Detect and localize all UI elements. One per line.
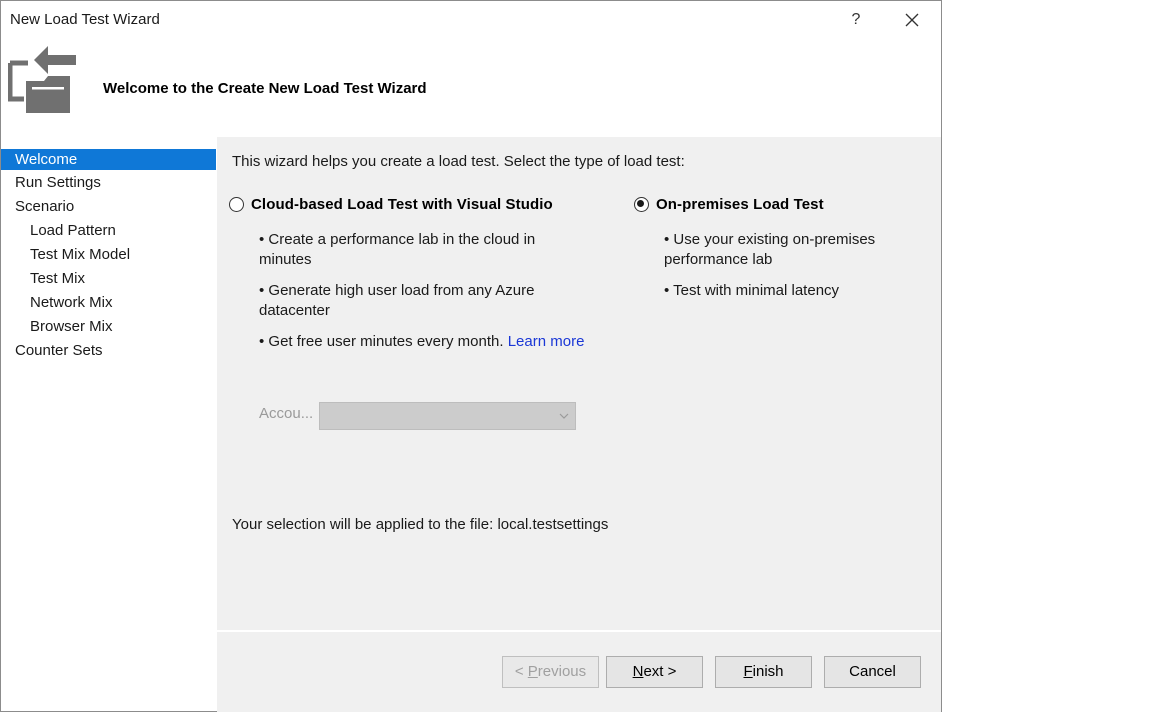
cloud-bullet-1: • Create a performance lab in the cloud … [259,231,536,268]
help-button[interactable]: ? [844,7,868,33]
nav-item-test-mix-model[interactable]: Test Mix Model [1,243,216,267]
next-button[interactable]: Next > [606,656,703,688]
apply-selection-text: Your selection will be applied to the fi… [232,516,609,533]
on-premises-load-test-option[interactable]: On-premises Load Test [634,196,824,213]
cloud-option-label: Cloud-based Load Test with Visual Studio [251,196,553,213]
intro-text: This wizard helps you create a load test… [232,153,685,170]
cloud-bullet-2: • Generate high user load from any Azure… [259,282,535,319]
chevron-down-icon [559,413,569,419]
nav-item-test-mix[interactable]: Test Mix [1,267,216,291]
account-dropdown[interactable] [319,402,576,430]
title-bar: New Load Test Wizard ? [1,1,941,39]
nav-item-network-mix[interactable]: Network Mix [1,291,216,315]
next-mnemonic: N [632,663,644,680]
cloud-bullet-3-text: • Get free user minutes every month. [259,333,504,350]
next-label: ext > [643,663,677,680]
on-premises-radio-button[interactable] [634,197,649,212]
on-premises-bullet-2: • Test with minimal latency [664,282,840,299]
wizard-icon [7,41,80,117]
finish-button[interactable]: Finish [715,656,812,688]
nav-item-scenario[interactable]: Scenario [1,195,216,219]
nav-item-run-settings[interactable]: Run Settings [1,171,216,195]
previous-label: revious [537,663,587,680]
previous-button[interactable]: < Previous [502,656,599,688]
close-button[interactable] [899,7,925,33]
content-panel: This wizard helps you create a load test… [217,137,941,630]
account-label: Accou... [259,405,314,422]
on-premises-option-label: On-premises Load Test [656,196,824,213]
wizard-window: New Load Test Wizard ? Welcome to the Cr… [0,0,942,712]
finish-label: inish [752,663,784,680]
cloud-bullet-3: • Get free user minutes every month. Lea… [259,332,619,352]
on-premises-bullet-1: • Use your existing on-premises performa… [664,231,876,268]
button-bar: < Previous Next > Finish Cancel [217,632,941,712]
previous-prefix: < [514,663,528,680]
cloud-load-test-option[interactable]: Cloud-based Load Test with Visual Studio [229,196,553,213]
close-icon [905,13,919,27]
nav-item-load-pattern[interactable]: Load Pattern [1,219,216,243]
cloud-radio-button[interactable] [229,197,244,212]
wizard-title: Welcome to the Create New Load Test Wiza… [103,80,427,97]
nav-item-welcome[interactable]: Welcome [1,149,216,170]
wizard-steps-nav: Welcome Run Settings Scenario Load Patte… [1,147,216,363]
nav-item-browser-mix[interactable]: Browser Mix [1,315,216,339]
learn-more-link[interactable]: Learn more [508,333,585,350]
window-title: New Load Test Wizard [10,11,160,28]
finish-mnemonic: F [743,663,753,680]
cancel-button[interactable]: Cancel [824,656,921,688]
previous-mnemonic: P [527,663,538,680]
nav-item-counter-sets[interactable]: Counter Sets [1,339,216,363]
